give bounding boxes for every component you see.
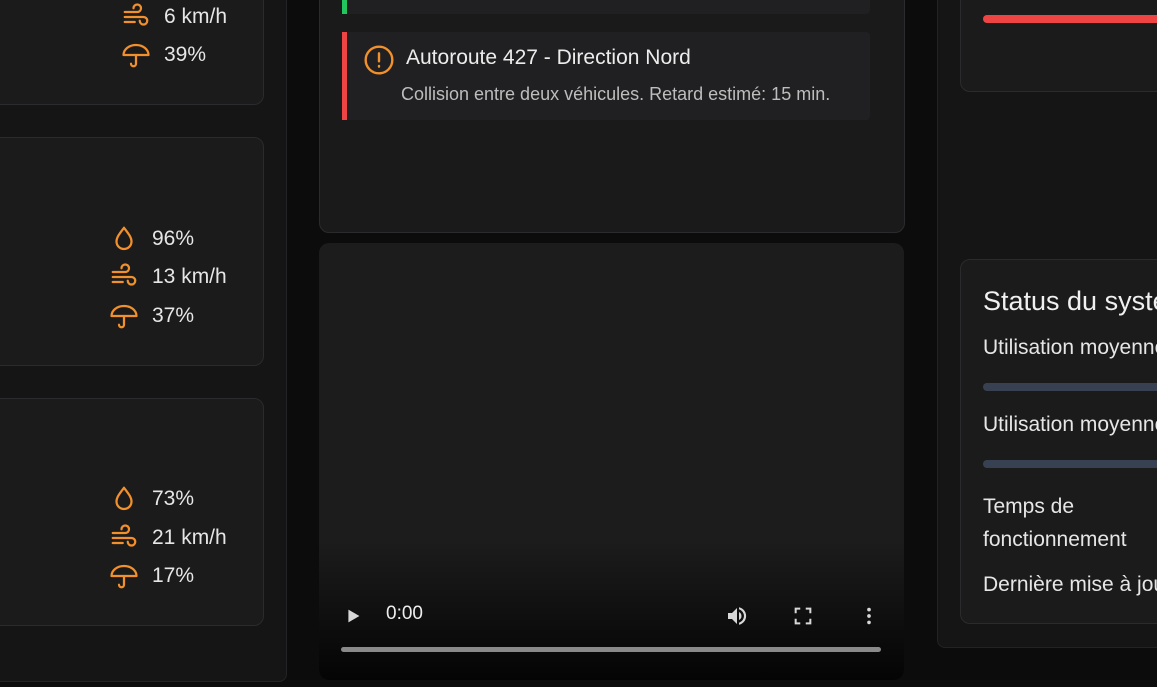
alert-description: Collision entre deux véhicules. Retard e… — [401, 84, 831, 104]
play-button[interactable] — [339, 602, 367, 630]
humidity-metric: 96% — [109, 224, 194, 254]
wind-metric: 6 km/h — [121, 2, 227, 32]
more-vertical-icon — [867, 607, 871, 625]
more-options-button[interactable] — [855, 602, 883, 630]
humidity-metric: 73% — [109, 484, 194, 514]
alert-severity-bar — [342, 32, 347, 120]
video-time: 0:00 — [386, 603, 423, 624]
cpu-usage-bar — [983, 383, 1157, 391]
cpu-usage-label: Utilisation moyenne — [983, 336, 1157, 359]
umbrella-icon — [109, 301, 139, 331]
fullscreen-button[interactable] — [789, 602, 817, 630]
wind-metric: 13 km/h — [109, 262, 227, 292]
umbrella-icon — [121, 40, 151, 70]
traffic-card: Autoroute 427 - Direction Nord Collision… — [319, 0, 905, 233]
alerts-summary-card — [960, 0, 1157, 92]
wind-metric: 21 km/h — [109, 523, 227, 553]
droplet-icon — [109, 224, 139, 254]
traffic-alert — [342, 0, 870, 14]
rain-metric: 17% — [109, 561, 194, 591]
weather-card: 6 km/h 39% — [0, 0, 264, 105]
video-player[interactable]: 0:00 — [319, 243, 904, 680]
weather-card: 96% 13 km/h 37% — [0, 137, 264, 366]
wind-icon — [121, 2, 151, 32]
fullscreen-icon — [794, 607, 812, 625]
droplet-icon — [109, 484, 139, 514]
uptime-label: Temps de fonctionnement — [983, 490, 1127, 556]
last-update-label: Dernière mise à jour — [983, 573, 1157, 596]
alert-circle-icon — [364, 45, 394, 75]
rain-value: 37% — [152, 304, 195, 327]
rain-metric: 39% — [121, 40, 206, 70]
system-status-card: Status du système Utilisation moyenne Ut… — [960, 259, 1157, 624]
memory-usage-bar — [983, 460, 1157, 468]
wind-icon — [109, 523, 139, 553]
humidity-value: 96% — [152, 227, 195, 250]
wind-value: 13 km/h — [152, 265, 227, 288]
wind-value: 21 km/h — [152, 526, 227, 549]
rain-metric: 37% — [109, 301, 194, 331]
alert-title: Autoroute 427 - Direction Nord — [406, 46, 691, 69]
umbrella-icon — [109, 561, 139, 591]
status-title: Status du système — [983, 286, 1157, 316]
rain-value: 39% — [164, 43, 207, 66]
video-progress-bar[interactable] — [341, 647, 881, 652]
wind-icon — [109, 262, 139, 292]
mute-button[interactable] — [723, 602, 751, 630]
progress-bar — [983, 15, 1157, 23]
uptime-label-line1: Temps de — [983, 495, 1075, 518]
humidity-value: 73% — [152, 487, 195, 510]
volume-icon — [728, 607, 747, 625]
weather-card: 73% 21 km/h 17% — [0, 398, 264, 626]
wind-value: 6 km/h — [164, 5, 228, 28]
alert-severity-bar — [342, 0, 347, 14]
play-icon — [348, 609, 360, 623]
rain-value: 17% — [152, 564, 195, 587]
uptime-label-line2: fonctionnement — [983, 528, 1127, 551]
memory-usage-label: Utilisation moyenne — [983, 413, 1157, 436]
traffic-alert: Autoroute 427 - Direction Nord Collision… — [342, 32, 870, 120]
